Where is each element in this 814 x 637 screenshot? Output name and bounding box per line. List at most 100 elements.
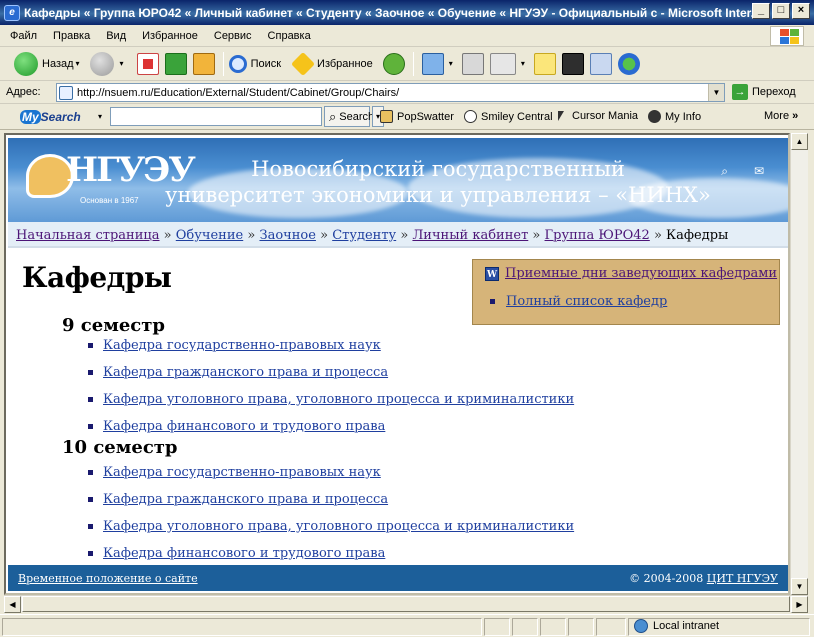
address-input[interactable]: http://nsuem.ru/Education/External/Stude…: [56, 83, 725, 102]
window-title: Кафедры « Группа ЮРО42 « Личный кабинет …: [24, 5, 761, 20]
refresh-icon[interactable]: [164, 52, 187, 75]
vertical-scrollbar[interactable]: ▲ ▼: [790, 133, 808, 595]
messenger-icon[interactable]: [617, 52, 640, 75]
more-button[interactable]: More »: [764, 110, 798, 122]
all-departments-link[interactable]: Полный список кафедр: [506, 294, 667, 309]
magnifier-icon: [228, 54, 247, 73]
department-link[interactable]: Кафедра уголовного права, уголовного про…: [103, 392, 574, 407]
site-mail-icon[interactable]: ✉: [754, 164, 764, 179]
more-chevron-icon: »: [792, 110, 799, 122]
minimize-button[interactable]: _: [752, 3, 770, 19]
department-link[interactable]: Кафедра гражданского права и процесса: [103, 492, 388, 507]
mysearch-input[interactable]: [110, 107, 322, 126]
mail-icon[interactable]: [421, 52, 444, 75]
forward-arrow-icon: [89, 51, 114, 76]
scroll-up-icon[interactable]: ▲: [791, 133, 808, 150]
popswatter-button[interactable]: PopSwatter: [380, 110, 454, 123]
mail-dropdown-icon[interactable]: ▾: [449, 59, 453, 68]
info-icon: [648, 110, 661, 123]
logo-founded: Основан в 1967: [80, 196, 139, 205]
mysearch-logo-search: Search: [40, 109, 81, 124]
title-bar: e Кафедры « Группа ЮРО42 « Личный кабине…: [0, 0, 814, 25]
history-icon[interactable]: [382, 52, 405, 75]
window-controls: _ □ ×: [752, 3, 810, 19]
breadcrumb-external[interactable]: Заочное: [259, 228, 315, 243]
status-bar: Local intranet: [0, 614, 814, 637]
breadcrumb: Начальная страница » Обучение » Заочное …: [8, 222, 788, 248]
research-icon[interactable]: [589, 52, 612, 75]
breadcrumb-education[interactable]: Обучение: [176, 228, 243, 243]
mysearch-dropdown-icon[interactable]: ▾: [98, 112, 102, 121]
maximize-button[interactable]: □: [772, 3, 790, 19]
site-banner: НГУЭУ Основан в 1967 Новосибирский госуд…: [8, 138, 788, 222]
department-link[interactable]: Кафедра государственно-правовых наук: [103, 465, 381, 480]
edit-icon[interactable]: [489, 52, 516, 75]
department-link[interactable]: Кафедра финансового и трудового права: [103, 419, 385, 434]
home-icon[interactable]: [192, 52, 215, 75]
scroll-right-icon[interactable]: ▶: [791, 596, 808, 613]
bullet-icon: [88, 497, 93, 502]
forward-button[interactable]: ▾: [89, 50, 130, 78]
favorites-button[interactable]: Избранное: [291, 50, 373, 78]
site-search-icon[interactable]: ⌕: [721, 164, 728, 179]
list-item: Кафедра уголовного права, уголовного про…: [84, 386, 574, 413]
close-button[interactable]: ×: [792, 3, 810, 19]
horizontal-scroll-thumb[interactable]: [22, 596, 790, 612]
menu-edit[interactable]: Правка: [53, 30, 90, 42]
k-icon[interactable]: [561, 52, 584, 75]
breadcrumb-student[interactable]: Студенту: [332, 228, 396, 243]
breadcrumb-group[interactable]: Группа ЮРО42: [545, 228, 650, 243]
status-cell: [540, 618, 566, 636]
department-link[interactable]: Кафедра гражданского права и процесса: [103, 365, 388, 380]
cursor-mania-button[interactable]: Cursor Mania: [558, 110, 638, 122]
list-item: Кафедра государственно-правовых наук: [84, 332, 574, 359]
list-item: Кафедра гражданского права и процесса: [84, 486, 574, 513]
windows-logo-icon: [770, 26, 804, 46]
menu-bar: Файл Правка Вид Избранное Сервис Справка: [0, 25, 814, 47]
more-label: More: [764, 110, 790, 122]
go-button[interactable]: → Переход: [732, 84, 796, 100]
cit-link[interactable]: ЦИТ НГУЭУ: [707, 572, 778, 585]
note-icon[interactable]: [533, 52, 556, 75]
page-icon: [59, 85, 73, 100]
mysearch-logo[interactable]: My Search: [20, 109, 81, 124]
department-link[interactable]: Кафедра уголовного права, уголовного про…: [103, 519, 574, 534]
site-footer: Временное положение о сайте © 2004-2008 …: [8, 565, 788, 591]
print-icon[interactable]: [461, 52, 484, 75]
forward-dropdown-icon[interactable]: ▾: [120, 59, 124, 68]
mysearch-search-button[interactable]: ⌕ Search: [324, 106, 374, 127]
bullet-icon: [88, 370, 93, 375]
breadcrumb-home[interactable]: Начальная страница: [16, 228, 160, 243]
site-rules-link[interactable]: Временное положение о сайте: [18, 572, 198, 585]
menu-file[interactable]: Файл: [10, 30, 37, 42]
back-button[interactable]: Назад ▾: [14, 50, 86, 78]
menu-help[interactable]: Справка: [268, 30, 311, 42]
department-link[interactable]: Кафедра государственно-правовых наук: [103, 338, 381, 353]
breadcrumb-cabinet[interactable]: Личный кабинет: [412, 228, 528, 243]
department-link[interactable]: Кафедра финансового и трудового права: [103, 546, 385, 561]
university-name-line1: Новосибирский государственный: [251, 157, 625, 181]
scroll-down-icon[interactable]: ▼: [791, 578, 808, 595]
office-hours-link[interactable]: Приемные дни заведующих кафедрами: [505, 266, 777, 281]
toolbar-separator: [412, 51, 414, 76]
menu-tools[interactable]: Сервис: [214, 30, 252, 42]
menu-favorites[interactable]: Избранное: [142, 30, 198, 42]
search-button[interactable]: Поиск: [228, 50, 281, 78]
mysearch-magnifier-icon: ⌕: [329, 108, 337, 124]
stop-icon[interactable]: [136, 52, 159, 75]
department-list: Кафедра государственно-правовых наук Каф…: [84, 332, 574, 440]
horizontal-scrollbar[interactable]: ◀ ▶: [4, 595, 808, 613]
edit-dropdown-icon[interactable]: ▾: [521, 59, 525, 68]
smiley-central-label: Smiley Central: [481, 110, 553, 123]
menu-view[interactable]: Вид: [106, 30, 126, 42]
my-info-button[interactable]: My Info: [648, 110, 701, 123]
back-dropdown-icon[interactable]: ▾: [76, 59, 80, 68]
site-logo[interactable]: НГУЭУ Основан в 1967: [22, 148, 196, 210]
scroll-left-icon[interactable]: ◀: [4, 596, 21, 613]
status-cell: [484, 618, 510, 636]
toolbar: Назад ▾ ▾ Поиск Избранное ▾ ▾: [0, 47, 814, 81]
smiley-central-button[interactable]: Smiley Central: [464, 110, 553, 123]
address-dropdown-icon[interactable]: ▼: [708, 84, 724, 101]
bullet-icon: [88, 470, 93, 475]
status-cell: [568, 618, 594, 636]
